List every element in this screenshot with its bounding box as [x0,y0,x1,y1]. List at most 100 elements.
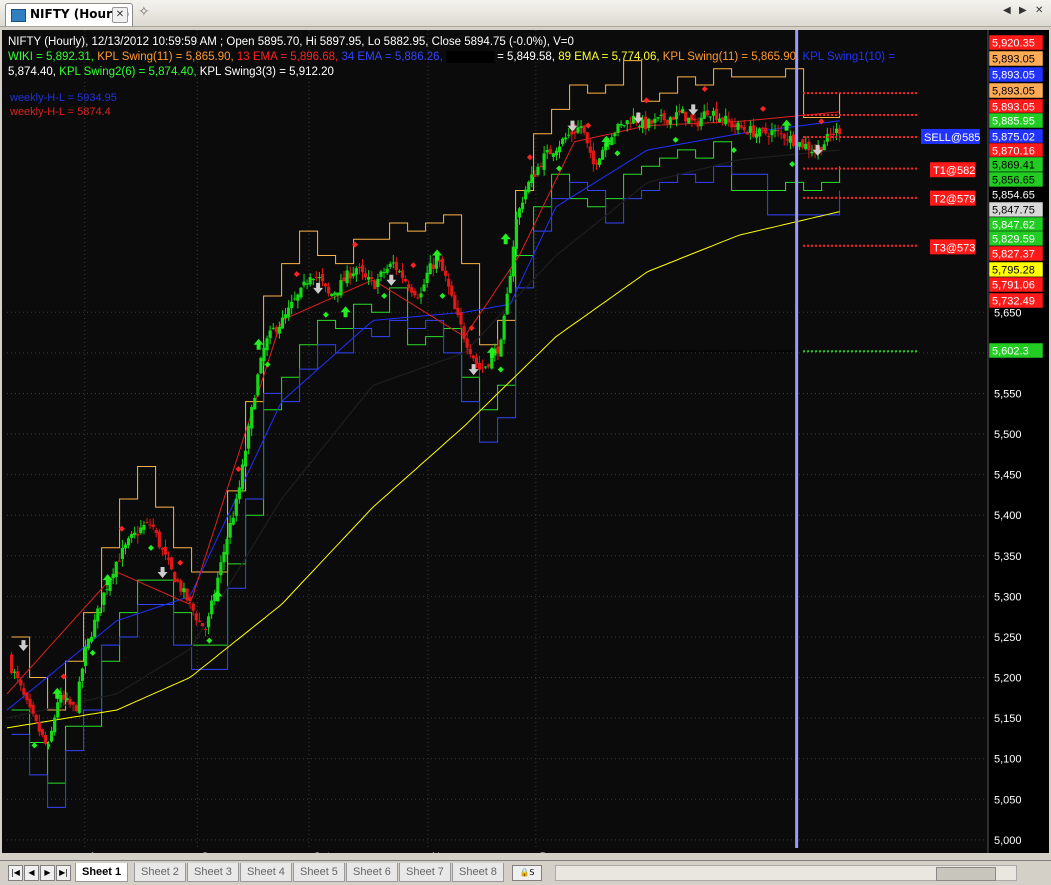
candle-body [416,297,420,299]
close-window-icon[interactable]: ✕ [1035,5,1043,16]
candle-body [234,498,238,516]
candle-body [151,524,155,527]
swing-diamond [148,544,155,551]
candle-body [505,293,509,315]
candle-body [668,117,672,125]
candle-body [622,125,626,127]
candle-body [385,268,389,273]
candle-body [9,654,14,674]
first-sheet-icon[interactable]: |◀ [8,865,23,881]
candle-body [370,277,374,279]
candle-body [524,189,528,200]
sheet-tab-3[interactable]: Sheet 3 [187,863,239,882]
legend-wiki: WIKI = 5,892.31, [8,51,94,63]
candle-body [40,729,44,736]
chart-panel[interactable]: 5,000 5,050 5,100 5,150 5,200 5,250 5,300 5,350… [2,30,1049,853]
swing-diamond [235,466,242,473]
candle-body [25,692,29,701]
sheet-tab-8[interactable]: Sheet 8 [452,863,504,882]
last-sheet-icon[interactable]: ▶| [56,865,71,881]
candle-body [367,276,371,280]
swing-diamond [760,105,767,112]
candle-body [699,117,703,127]
candle-body [49,730,54,742]
candle-body [354,268,358,275]
candle-body [114,561,118,577]
candle-body [296,294,300,301]
candle-body [179,580,183,592]
candle-body [517,208,522,218]
candle-body [99,607,103,609]
price-chart-svg[interactable]: 5,000 5,050 5,100 5,150 5,200 5,250 5,300 5,350… [2,30,1049,853]
candle-body [536,166,540,175]
candle-body [579,126,583,128]
candles-group [9,101,842,750]
sheet-tab-5[interactable]: Sheet 5 [293,863,345,882]
candle-body [240,464,245,489]
sheet-tab-1[interactable]: Sheet 1 [75,863,129,882]
new-tab-icon[interactable]: ✧ [138,4,150,20]
candle-body [758,128,762,137]
candle-body [788,135,792,143]
candle-body [28,698,32,708]
scroll-tabs-right-icon[interactable]: ▶ [1019,5,1027,16]
candle-body [721,117,725,122]
candle-body [299,287,303,298]
ema-13-line [6,111,840,695]
swing-diamond [410,262,417,269]
price-badge-label: 5,791.06 [992,280,1035,292]
candle-body [474,357,479,364]
candle-body [293,298,297,300]
candle-body [145,522,149,524]
candle-body [702,111,706,119]
candle-body [130,534,134,538]
candle-body [154,529,158,533]
legend-swing-line: 5,874.40, KPL Swing2(6) = 5,874.40, KPL … [8,65,943,80]
candle-body [502,315,506,340]
price-badge-label: 5,893.05 [992,70,1035,82]
lock-sheet-icon[interactable]: 🔒S [512,865,542,881]
candle-body [613,133,617,137]
price-badge-label: 5,827.37 [992,249,1035,261]
next-sheet-icon[interactable]: ▶ [40,865,55,881]
candle-body [90,636,94,642]
swing-diamond [701,85,708,92]
price-badge-label: 5,854.65 [992,190,1035,202]
candle-body [462,326,466,339]
weekly-low: weekly-H-L = 5874.4 [10,106,111,118]
candle-body [225,539,229,555]
horizontal-scrollbar[interactable] [555,865,1017,881]
candle-body [711,110,716,116]
candle-body [333,292,337,295]
swing-diamond [497,366,504,373]
candle-body [317,277,322,279]
candle-body [662,113,666,121]
sell-arrow [468,364,479,376]
candle-body [567,134,571,136]
candle-body [810,151,814,154]
sheet-tab-4[interactable]: Sheet 4 [240,863,292,882]
scrollbar-thumb[interactable] [936,867,996,881]
candle-body [222,551,226,563]
legend-black-spacer [445,51,494,63]
sheet-tab-6[interactable]: Sheet 6 [346,863,398,882]
candle-body [644,116,648,130]
candle-body [530,174,534,183]
candle-body [400,270,405,278]
close-tab-icon[interactable]: ✕ [112,7,128,23]
candle-body [419,293,423,298]
candle-body [828,133,833,135]
candle-body [690,114,694,121]
candle-body [163,546,168,555]
candle-body [696,121,700,127]
sheet-tab-7[interactable]: Sheet 7 [399,863,451,882]
sheet-tab-2[interactable]: Sheet 2 [134,863,186,882]
tab-nifty-hourly[interactable]: NIFTY (Hourly) ✕ [5,3,133,26]
candle-body [591,150,595,165]
candle-body [576,127,580,133]
scroll-tabs-left-icon[interactable]: ◀ [1003,5,1011,16]
sheet-tab-bar: |◀ ◀ ▶ ▶| Sheet 1 Sheet 2 Sheet 3 Sheet … [0,860,1051,885]
candle-body [262,347,266,362]
prev-sheet-icon[interactable]: ◀ [24,865,39,881]
candle-body [767,136,771,138]
